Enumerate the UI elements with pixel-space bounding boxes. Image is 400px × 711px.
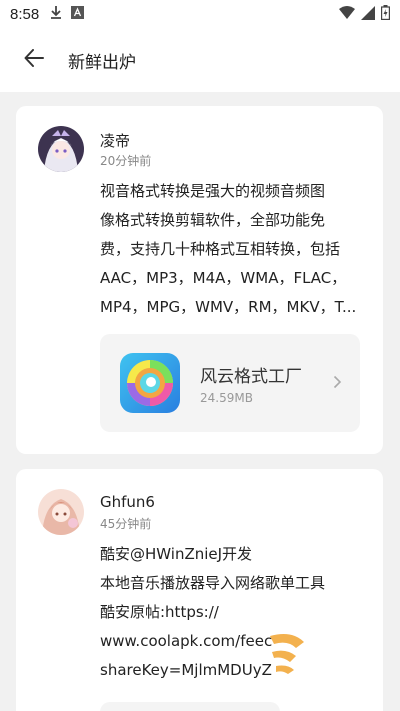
- download-icon: [49, 5, 63, 23]
- app-link-card[interactable]: [100, 702, 280, 711]
- post-text-line: 酷安@HWinZnieJ开发: [100, 545, 253, 563]
- post-text-line: 像格式转换剪辑软件，全部功能免: [100, 211, 326, 229]
- page-title: 新鲜出炉: [68, 52, 136, 73]
- app-size: 24.59MB: [200, 391, 253, 405]
- post-text-line: www.coolapk.com/feec: [100, 632, 273, 650]
- post-text-line: AAC，MP3，M4A，WMA，FLAC，: [100, 269, 347, 287]
- post-card[interactable]: 凌帝 20分钟前 视音格式转换是强大的视频音频图 像格式转换剪辑软件，全部功能免…: [16, 106, 383, 454]
- post-text-line: 费，支持几十种格式互相转换，包括: [100, 240, 341, 258]
- username[interactable]: 凌帝: [100, 130, 130, 151]
- format-factory-app-icon: [120, 353, 180, 413]
- signal-icon: [361, 5, 375, 24]
- chevron-right-icon: [333, 374, 342, 393]
- post-text-line: 本地音乐播放器导入网络歌单工具: [100, 574, 326, 592]
- watermark-logo: [262, 626, 314, 682]
- post-text[interactable]: 视音格式转换是强大的视频音频图 像格式转换剪辑软件，全部功能免 费，支持几十种格…: [100, 177, 370, 322]
- app-bar: 新鲜出炉: [0, 28, 400, 92]
- app-link-card[interactable]: 风云格式工厂 24.59MB: [100, 334, 360, 432]
- post-time: 45分钟前: [100, 517, 152, 531]
- username[interactable]: Ghfun6: [100, 493, 155, 511]
- font-app-icon: [71, 5, 85, 23]
- post-text-line: 酷安原帖:https://: [100, 603, 219, 621]
- app-name: 风云格式工厂: [200, 367, 302, 387]
- post-text-line: 视音格式转换是强大的视频音频图: [100, 182, 326, 200]
- post-text-line: shareKey=MjlmMDUyZ: [100, 661, 272, 679]
- arrow-left-icon: [24, 49, 44, 71]
- post-time: 20分钟前: [100, 154, 152, 168]
- avatar[interactable]: [38, 489, 84, 535]
- post-text[interactable]: 酷安@HWinZnieJ开发 本地音乐播放器导入网络歌单工具 酷安原帖:http…: [100, 540, 370, 685]
- post-card[interactable]: Ghfun6 45分钟前 酷安@HWinZnieJ开发 本地音乐播放器导入网络歌…: [16, 469, 383, 711]
- battery-icon: [381, 5, 391, 24]
- wifi-icon: [339, 5, 355, 24]
- feed-list[interactable]: 凌帝 20分钟前 视音格式转换是强大的视频音频图 像格式转换剪辑软件，全部功能免…: [0, 92, 400, 711]
- post-text-line: MP4，MPG，WMV，RM，MKV，T...: [100, 298, 357, 316]
- avatar[interactable]: [38, 126, 84, 172]
- status-time: 8:58: [10, 5, 40, 23]
- status-bar: 8:58: [0, 0, 400, 28]
- back-button[interactable]: [18, 44, 50, 76]
